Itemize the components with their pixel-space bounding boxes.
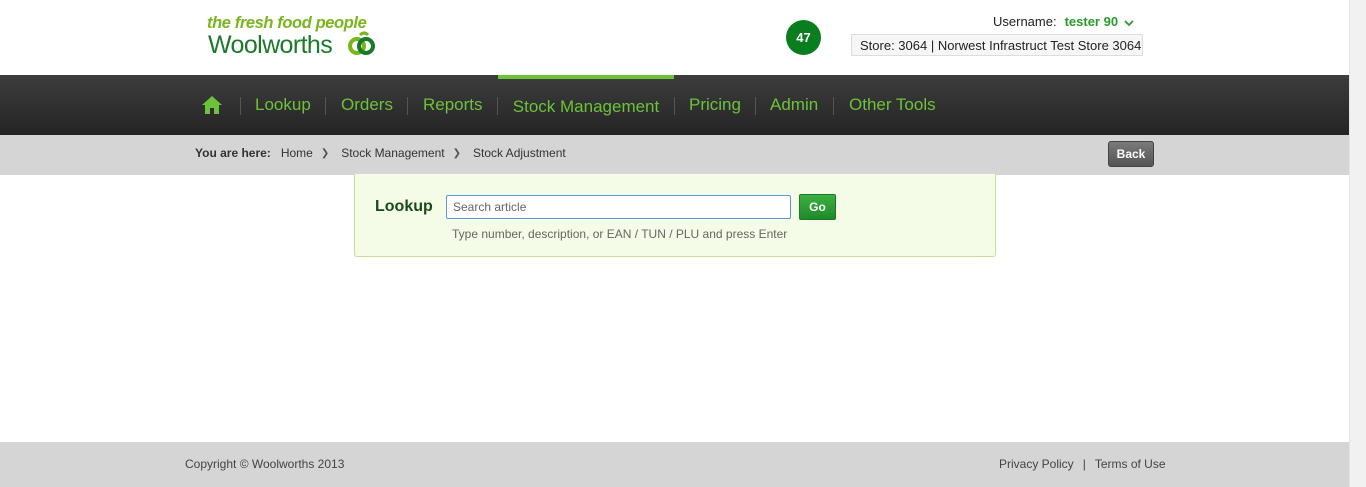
nav-separator	[240, 97, 241, 115]
breadcrumb-stock-management[interactable]: Stock Management	[341, 146, 444, 160]
nav-item-orders[interactable]: Orders	[341, 75, 393, 135]
footer-links: Privacy Policy | Terms of Use	[999, 457, 1166, 471]
main-nav: Lookup Orders Reports Stock Management P…	[0, 75, 1349, 135]
breadcrumb-bar: You are here: Home ❯ Stock Management ❯ …	[0, 135, 1349, 175]
nav-separator	[674, 97, 675, 115]
copyright-text: Copyright © Woolworths 2013	[185, 457, 345, 471]
lookup-label: Lookup	[375, 198, 433, 215]
back-button[interactable]: Back	[1108, 141, 1154, 167]
nav-separator	[755, 97, 756, 115]
nav-item-admin[interactable]: Admin	[770, 75, 818, 135]
store-selector[interactable]: Store: 3064 | Norwest Infrastruct Test S…	[851, 34, 1143, 56]
home-icon[interactable]	[201, 94, 223, 116]
breadcrumb-prefix: You are here:	[195, 146, 271, 160]
privacy-policy-link[interactable]: Privacy Policy	[999, 457, 1074, 471]
breadcrumb: You are here: Home ❯ Stock Management ❯ …	[195, 146, 566, 160]
search-hint: Type number, description, or EAN / TUN /…	[452, 227, 788, 241]
woolworths-w-icon	[348, 31, 375, 55]
user-menu[interactable]: Username: tester 90	[993, 14, 1134, 30]
vertical-scrollbar[interactable]	[1349, 0, 1366, 487]
nav-item-stock-management[interactable]: Stock Management	[498, 75, 674, 135]
nav-separator	[407, 97, 408, 115]
header: the fresh food people Woolworths 47 User…	[0, 0, 1349, 75]
breadcrumb-stock-adjustment: Stock Adjustment	[473, 146, 566, 160]
terms-of-use-link[interactable]: Terms of Use	[1095, 457, 1166, 471]
nav-separator	[325, 97, 326, 115]
go-button[interactable]: Go	[799, 194, 836, 220]
username-value[interactable]: tester 90	[1065, 14, 1118, 29]
lookup-panel: Lookup Go Type number, description, or E…	[354, 174, 996, 257]
chevron-right-icon: ❯	[320, 147, 330, 159]
footer: Copyright © Woolworths 2013 Privacy Poli…	[0, 442, 1349, 487]
footer-separator: |	[1082, 457, 1086, 471]
nav-item-lookup[interactable]: Lookup	[255, 75, 311, 135]
nav-item-pricing[interactable]: Pricing	[689, 75, 741, 135]
notification-badge[interactable]: 47	[786, 20, 821, 55]
username-label: Username:	[993, 14, 1057, 29]
nav-item-other-tools[interactable]: Other Tools	[849, 75, 936, 135]
woolworths-logo[interactable]: the fresh food people Woolworths	[207, 12, 377, 60]
breadcrumb-home[interactable]: Home	[281, 146, 313, 160]
nav-item-reports[interactable]: Reports	[423, 75, 483, 135]
nav-separator	[833, 97, 834, 115]
search-article-input[interactable]	[446, 195, 791, 219]
chevron-right-icon: ❯	[452, 147, 461, 159]
logo-brand: Woolworths	[208, 31, 333, 59]
chevron-down-icon[interactable]	[1124, 15, 1134, 30]
